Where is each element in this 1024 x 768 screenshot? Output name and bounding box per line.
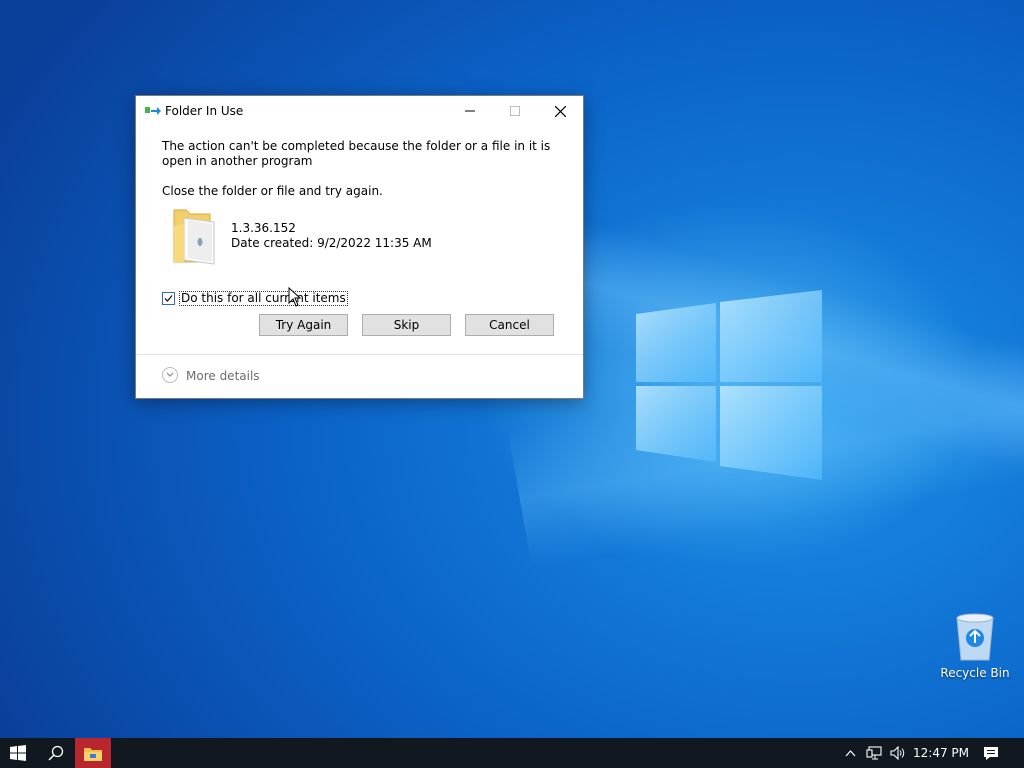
windows-start-icon bbox=[10, 745, 26, 761]
recycle-bin[interactable]: Recycle Bin bbox=[940, 612, 1010, 680]
checkmark-icon bbox=[164, 294, 173, 302]
maximize-button bbox=[492, 96, 538, 126]
network-icon bbox=[866, 746, 882, 760]
dialog-instruction: Close the folder or file and try again. bbox=[162, 184, 383, 198]
show-hidden-icons-button[interactable] bbox=[840, 738, 860, 768]
chevron-down-icon[interactable] bbox=[162, 367, 178, 383]
action-center-button[interactable] bbox=[978, 738, 1004, 768]
mouse-cursor-icon bbox=[288, 287, 302, 307]
title-bar[interactable]: Folder In Use bbox=[136, 96, 583, 126]
maximize-icon bbox=[510, 106, 520, 116]
minimize-button[interactable] bbox=[447, 96, 493, 126]
file-name: 1.3.36.152 bbox=[231, 221, 296, 235]
recycle-bin-label: Recycle Bin bbox=[940, 666, 1010, 680]
volume-button[interactable] bbox=[886, 738, 910, 768]
try-again-button[interactable]: Try Again bbox=[259, 314, 348, 336]
folder-icon bbox=[173, 209, 215, 265]
file-explorer-icon bbox=[84, 747, 102, 761]
checkbox-label[interactable]: Do this for all current items bbox=[179, 290, 348, 306]
more-details-link[interactable]: More details bbox=[186, 369, 260, 383]
close-button[interactable] bbox=[537, 96, 583, 126]
skip-button[interactable]: Skip bbox=[362, 314, 451, 336]
taskbar: 12:47 PM bbox=[0, 738, 1024, 768]
start-button[interactable] bbox=[0, 738, 36, 768]
chevron-up-icon bbox=[845, 749, 855, 756]
search-icon bbox=[48, 745, 64, 761]
volume-icon bbox=[890, 746, 905, 760]
network-button[interactable] bbox=[862, 738, 886, 768]
file-move-icon bbox=[145, 107, 161, 115]
cancel-button[interactable]: Cancel bbox=[465, 314, 554, 336]
separator bbox=[136, 354, 583, 355]
minimize-icon bbox=[465, 110, 475, 112]
close-icon bbox=[554, 105, 566, 117]
file-date-created: Date created: 9/2/2022 11:35 AM bbox=[231, 236, 432, 250]
folder-in-use-dialog: Folder In Use The action can't be comple… bbox=[135, 95, 584, 399]
recycle-bin-icon bbox=[956, 613, 994, 661]
notification-icon bbox=[984, 746, 998, 760]
apply-to-all-checkbox[interactable]: Do this for all current items bbox=[162, 290, 348, 306]
search-button[interactable] bbox=[38, 738, 74, 768]
checkbox[interactable] bbox=[162, 291, 175, 305]
dialog-message: The action can't be completed because th… bbox=[162, 139, 551, 168]
clock[interactable]: 12:47 PM bbox=[912, 738, 970, 768]
dialog-title: Folder In Use bbox=[165, 104, 244, 118]
file-explorer-taskbar-button[interactable] bbox=[75, 738, 111, 768]
windows-logo-wallpaper bbox=[636, 290, 822, 480]
